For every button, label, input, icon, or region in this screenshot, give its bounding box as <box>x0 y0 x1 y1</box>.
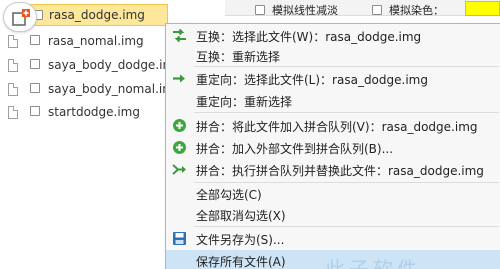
linear-dodge-option[interactable]: 模拟线性减淡 <box>255 2 338 18</box>
file-row[interactable]: rasa_dodge.img <box>26 4 168 26</box>
save-icon <box>173 232 186 245</box>
file-icon <box>8 34 18 48</box>
menu-separator <box>194 226 499 227</box>
tint-checkbox[interactable] <box>372 5 382 15</box>
tint-color-swatch[interactable] <box>465 1 500 16</box>
linear-dodge-checkbox[interactable] <box>255 5 265 15</box>
menu-item-label: 重定向：重新选择 <box>196 95 293 109</box>
menu-check-all[interactable]: 全部勾选(C) <box>166 183 500 204</box>
add-file-icon <box>12 9 30 26</box>
menu-item-label: 全部取消勾选(X) <box>196 209 286 223</box>
swap-icon <box>173 28 186 43</box>
menu-merge-add-this[interactable]: 拼合：将此文件加入拼合队列(V)：rasa_dodge.img <box>166 115 500 136</box>
file-name: rasa_nomal.img <box>48 34 144 48</box>
merge-icon <box>172 164 186 175</box>
menu-item-label: 全部勾选(C) <box>196 188 262 202</box>
plus-circle-icon <box>173 119 186 132</box>
menu-item-label: 重定向：选择此文件(L)：rasa_dodge.img <box>196 73 428 87</box>
menu-item-label: 保存所有文件(A) <box>196 255 286 269</box>
menu-redirect-reselect[interactable]: 重定向：重新选择 <box>166 90 500 111</box>
menu-item-label: 文件另存为(S)... <box>196 233 285 247</box>
watermark: 此子软件 <box>325 257 421 269</box>
file-name: saya_body_nomal.im <box>48 82 174 96</box>
menu-item-label: 拼合：将此文件加入拼合队列(V)：rasa_dodge.img <box>196 120 478 134</box>
menu-item-label: 互换：重新选择 <box>196 50 281 64</box>
menu-save-as[interactable]: 文件另存为(S)... <box>166 228 500 249</box>
tint-option[interactable]: 模拟染色： <box>372 2 444 18</box>
app-window: 模拟线性减淡 模拟染色： rasa_dodge.img rasa_nomal.i… <box>0 0 500 269</box>
add-file-button[interactable] <box>3 2 37 32</box>
file-icon <box>8 82 18 96</box>
file-checkbox[interactable] <box>30 83 40 93</box>
file-icon <box>8 58 18 72</box>
menu-redirect-select[interactable]: 重定向：选择此文件(L)：rasa_dodge.img <box>166 68 500 89</box>
file-checkbox[interactable] <box>30 35 40 45</box>
linear-dodge-label: 模拟线性减淡 <box>272 4 338 17</box>
file-icon <box>8 105 18 119</box>
menu-merge-execute[interactable]: 拼合：执行拼合队列并替换此文件：rasa_dodge.img <box>166 159 500 180</box>
menu-separator <box>194 66 499 67</box>
file-name: rasa_dodge.img <box>49 8 145 22</box>
tint-label: 模拟染色： <box>389 4 444 17</box>
plus-circle-icon <box>173 141 186 154</box>
file-checkbox[interactable] <box>30 59 40 69</box>
arrow-right-icon <box>173 74 185 83</box>
file-checkbox[interactable] <box>30 106 40 116</box>
menu-merge-add-external[interactable]: 拼合：加入外部文件到拼合队列(B)... <box>166 137 500 158</box>
context-menu: 互换：选择此文件(W)：rasa_dodge.img 互换：重新选择 重定向：选… <box>165 23 500 269</box>
menu-item-label: 互换：选择此文件(W)：rasa_dodge.img <box>196 30 422 44</box>
file-name: saya_body_dodge.in <box>48 58 171 72</box>
menu-item-label: 拼合：执行拼合队列并替换此文件：rasa_dodge.img <box>196 164 484 178</box>
menu-uncheck-all[interactable]: 全部取消勾选(X) <box>166 204 500 225</box>
menu-swap-select[interactable]: 互换：选择此文件(W)：rasa_dodge.img <box>166 25 500 46</box>
menu-item-label: 拼合：加入外部文件到拼合队列(B)... <box>196 142 394 156</box>
preview-options-bar: 模拟线性减淡 模拟染色： <box>225 0 500 18</box>
file-name: startdodge.img <box>48 105 140 119</box>
menu-swap-reselect[interactable]: 互换：重新选择 <box>166 45 500 66</box>
menu-separator <box>194 112 499 113</box>
